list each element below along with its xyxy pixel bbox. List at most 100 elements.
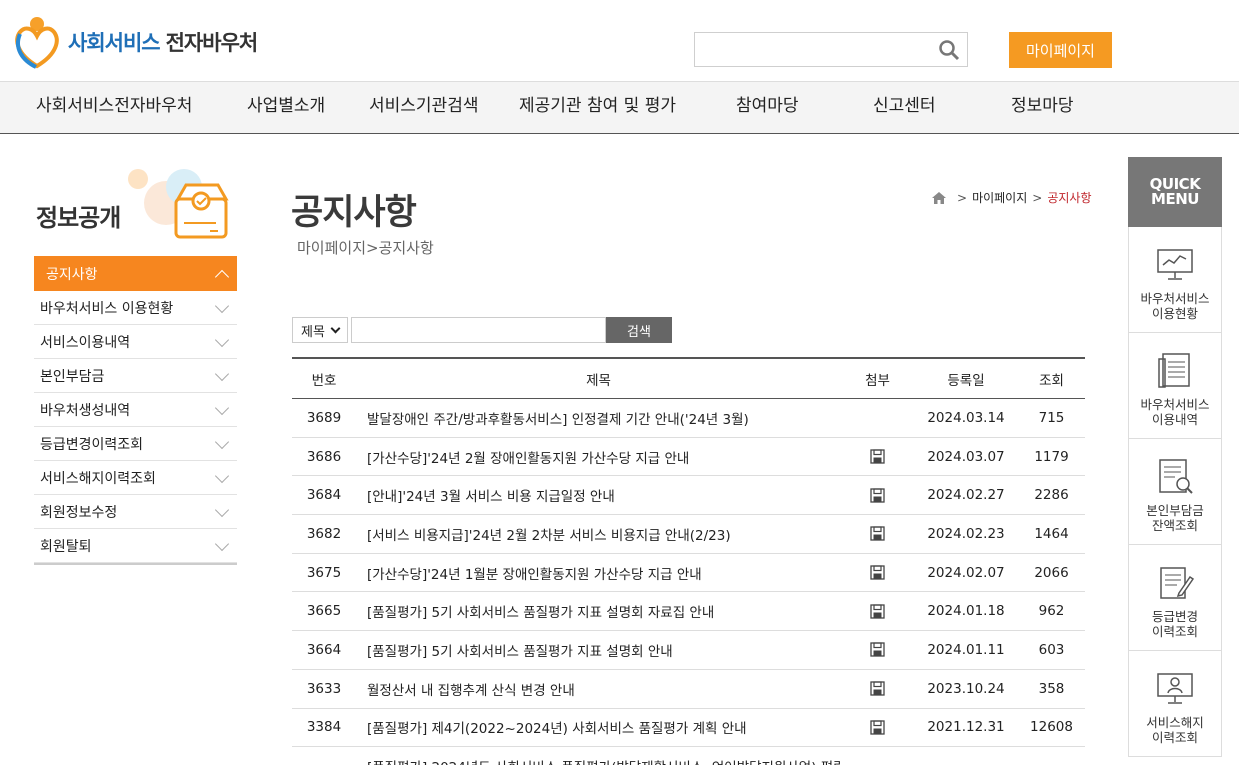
site-logo[interactable]: 사회서비스 전자바우처 <box>12 14 258 70</box>
cell-no: 3664 <box>306 641 342 658</box>
table-row[interactable]: 3684 [안내]'24년 3월 서비스 비용 지급일정 안내 2024.02.27… <box>292 476 1085 516</box>
side-item-grade-history[interactable]: 등급변경이력조회 <box>34 427 237 461</box>
nav-item-business[interactable]: 사업별소개 <box>247 82 325 133</box>
quick-item-usage-history[interactable]: 바우처서비스 이용내역 <box>1128 333 1222 439</box>
breadcrumb-mypage[interactable]: 마이페이지 <box>972 189 1027 206</box>
nav-item-participation[interactable]: 참여마당 <box>736 82 799 133</box>
cell-attach <box>841 526 914 542</box>
nav-item-voucher[interactable]: 사회서비스전자바우처 <box>36 82 192 133</box>
cell-title[interactable]: [품질평가] 2024년도 사회서비스 품질평가(발달재활서비스, 언어발달지원… <box>356 756 841 765</box>
search-icon[interactable] <box>938 39 960 61</box>
search-field-select[interactable]: 제목 <box>292 317 348 343</box>
cell-date: 2024.02.07 <box>927 564 1005 581</box>
quick-item-copay-balance[interactable]: 본인부담금 잔액조회 <box>1128 439 1222 545</box>
table-row[interactable]: 3675 [가산수당]'24년 1월분 장애인활동지원 가산수당 지급 안내 202… <box>292 554 1085 593</box>
attachment-icon[interactable] <box>870 565 885 580</box>
chevron-down-icon <box>214 332 230 347</box>
table-row[interactable]: 3664 [품질평가] 5기 사회서비스 품질평가 지표 설명회 안내 2024.0… <box>292 631 1085 670</box>
cell-attach <box>841 642 914 658</box>
table-row[interactable]: 3633 월정산서 내 집행추계 산식 변경 안내 2023.10.24 358 <box>292 670 1085 709</box>
chevron-down-icon <box>214 502 230 517</box>
side-item-withdraw[interactable]: 회원탈퇴 <box>34 529 237 563</box>
cell-no: 3675 <box>306 564 342 581</box>
side-item-member-edit[interactable]: 회원정보수정 <box>34 495 237 529</box>
side-item-cancel-history[interactable]: 서비스해지이력조회 <box>34 461 237 495</box>
cell-views: 12608 <box>1030 719 1073 736</box>
document-edit-icon <box>1160 567 1195 599</box>
cell-date: 2024.01.11 <box>927 641 1005 658</box>
cell-title[interactable]: [품질평가] 5기 사회서비스 품질평가 지표 설명회 자료집 안내 <box>356 601 841 621</box>
chevron-down-icon <box>214 468 230 483</box>
table-header: 번호 제목 첨부 등록일 조회 <box>292 359 1085 399</box>
home-icon[interactable] <box>932 191 946 204</box>
logo-text-primary: 사회서비스 <box>68 31 161 55</box>
side-item-usage-status[interactable]: 바우처서비스 이용현황 <box>34 291 237 325</box>
quick-menu: QUICK MENU 바우처서비스 이용현황 바우처서비스 이용내역 본인부담금 … <box>1128 157 1222 757</box>
quick-item-grade-history[interactable]: 등급변경 이력조회 <box>1128 545 1222 651</box>
side-item-notice[interactable]: 공지사항 <box>34 256 237 291</box>
attachment-icon[interactable] <box>870 604 885 619</box>
table-row[interactable]: 3665 [품질평가] 5기 사회서비스 품질평가 지표 설명회 자료집 안내 20… <box>292 592 1085 632</box>
nav-item-agency-search[interactable]: 서비스기관검색 <box>369 82 478 133</box>
cell-attach <box>841 449 914 464</box>
side-item-voucher-created[interactable]: 바우처생성내역 <box>34 393 237 427</box>
cell-views: 2066 <box>1034 564 1069 581</box>
side-item-label: 바우처서비스 이용현황 <box>40 300 174 317</box>
quick-item-cancel-history[interactable]: 서비스해지 이력조회 <box>1128 651 1222 757</box>
cell-date: 2024.03.07 <box>927 448 1005 465</box>
attachment-icon[interactable] <box>870 681 885 696</box>
quick-menu-title: QUICK MENU <box>1128 157 1222 227</box>
cell-title[interactable]: [가산수당]'24년 2월 장애인활동지원 가산수당 지급 안내 <box>356 447 841 467</box>
top-search-input[interactable] <box>695 33 925 66</box>
mypage-button[interactable]: 마이페이지 <box>1009 32 1112 68</box>
attachment-icon[interactable] <box>870 488 885 503</box>
chevron-down-icon <box>214 400 230 415</box>
table-row[interactable]: 3689 발달장애인 주간/방과후활동서비스] 인정결제 기간 안내('24년 3… <box>292 399 1085 438</box>
cell-title[interactable]: [품질평가] 5기 사회서비스 품질평가 지표 설명회 안내 <box>356 640 841 660</box>
breadcrumb-current: 공지사항 <box>1047 191 1092 205</box>
col-no: 번호 <box>311 372 337 389</box>
quick-item-label: 등급변경 이력조회 <box>1151 609 1198 639</box>
quick-item-usage-status[interactable]: 바우처서비스 이용현황 <box>1128 227 1222 333</box>
cell-title[interactable]: [가산수당]'24년 1월분 장애인활동지원 가산수당 지급 안내 <box>356 563 841 583</box>
cell-title[interactable]: [서비스 비용지급]'24년 2월 2차분 서비스 비용지급 안내(2/23) <box>356 524 841 544</box>
side-item-label: 회원정보수정 <box>40 504 118 521</box>
attachment-icon[interactable] <box>870 642 885 658</box>
cell-attach <box>841 565 914 580</box>
cell-views: 962 <box>1038 603 1065 620</box>
nav-item-report[interactable]: 신고센터 <box>873 82 936 133</box>
cell-no: 3684 <box>306 487 342 504</box>
attachment-icon[interactable] <box>870 526 885 542</box>
table-row[interactable]: 3686 [가산수당]'24년 2월 장애인활동지원 가산수당 지급 안내 2024… <box>292 438 1085 477</box>
search-button[interactable]: 검색 <box>606 317 672 343</box>
side-menu: 공지사항 바우처서비스 이용현황 서비스이용내역 본인부담금 바우처생성내역 등… <box>34 256 237 565</box>
attachment-icon[interactable] <box>870 720 885 735</box>
breadcrumb-separator: > <box>1032 190 1043 205</box>
attachment-icon[interactable] <box>870 449 885 464</box>
document-list-icon <box>1158 353 1190 388</box>
side-item-usage-history[interactable]: 서비스이용내역 <box>34 325 237 359</box>
side-item-label: 본인부담금 <box>40 368 105 385</box>
side-item-copay[interactable]: 본인부담금 <box>34 359 237 393</box>
cell-views: 715 <box>1038 409 1065 426</box>
page-title: 공지사항 <box>291 193 417 233</box>
cell-date: 2024.01.18 <box>927 603 1005 620</box>
info-box-icon <box>128 169 229 239</box>
keyword-input[interactable] <box>351 317 606 343</box>
breadcrumb-separator: > <box>957 190 968 205</box>
monitor-chart-icon <box>1157 249 1193 280</box>
nav-item-info[interactable]: 정보마당 <box>1011 82 1074 133</box>
chevron-down-icon <box>214 366 230 381</box>
cell-title[interactable]: 발달장애인 주간/방과후활동서비스] 인정결제 기간 안내('24년 3월) <box>356 408 841 428</box>
cell-date: 2024.03.14 <box>927 409 1005 426</box>
cell-title[interactable]: 월정산서 내 집행추계 산식 변경 안내 <box>356 679 841 699</box>
table-row[interactable]: [품질평가] 2024년도 사회서비스 품질평가(발달재활서비스, 언어발달지원… <box>292 747 1085 765</box>
side-item-label: 등급변경이력조회 <box>40 436 144 453</box>
nav-item-provider-eval[interactable]: 제공기관 참여 및 평가 <box>519 82 676 133</box>
cell-title[interactable]: [품질평가] 제4기(2022~2024년) 사회서비스 품질평가 계획 안내 <box>356 717 841 737</box>
cell-views: 603 <box>1038 641 1065 658</box>
cell-attach <box>841 720 914 735</box>
table-row[interactable]: 3682 [서비스 비용지급]'24년 2월 2차분 서비스 비용지급 안내(2/… <box>292 515 1085 554</box>
table-row[interactable]: 3384 [품질평가] 제4기(2022~2024년) 사회서비스 품질평가 계획… <box>292 709 1085 748</box>
cell-title[interactable]: [안내]'24년 3월 서비스 비용 지급일정 안내 <box>356 485 841 505</box>
